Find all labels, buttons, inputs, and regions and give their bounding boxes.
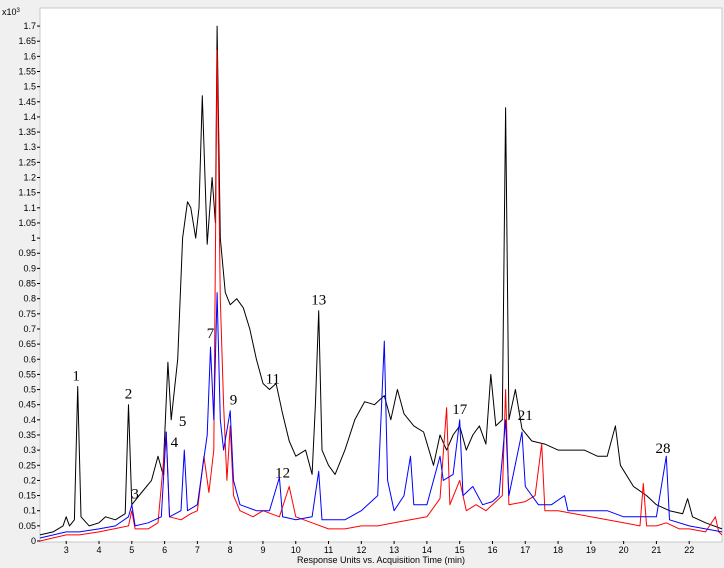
y-tick-label: 1.1 [23,203,36,213]
y-tick-label: 0.9 [23,263,36,273]
y-tick-label: 1.7 [23,21,36,31]
y-tick-label: 1.6 [23,51,36,61]
y-tick-label: 0.1 [23,506,36,516]
chromatogram-chart: 0 0.05 0.1 0.15 0.2 0.25 0.3 0.35 0.4 0.45 0.5 0.55… [0,0,724,568]
x-tick-label: 15 [455,545,465,555]
x-tick-label: 21 [651,545,661,555]
y-tick-label: 0.65 [18,339,36,349]
y-tick-label: 0.95 [18,248,36,258]
x-tick-label: 17 [520,545,530,555]
peak-label: 11 [266,371,280,387]
y-tick-label: 0.4 [23,415,36,425]
y-tick-label: 0 [31,536,36,546]
peak-label: 12 [275,465,290,481]
x-tick-label: 3 [64,545,69,555]
peak-label: 21 [518,408,533,424]
peak-label: 1 [72,368,80,384]
x-tick-label: 7 [195,545,200,555]
peak-label: 5 [179,414,187,430]
peak-label: 2 [125,387,133,403]
y-tick-label: 0.7 [23,324,36,334]
peak-label: 9 [230,393,238,409]
x-tick-label: 11 [324,545,333,555]
y-tick-label: 1.45 [18,97,36,107]
y-tick-label: 1.5 [23,82,36,92]
y-tick-label: 0.35 [18,430,36,440]
x-tick-label: 18 [553,545,563,555]
y-tick-label: 0.3 [23,445,36,455]
y-tick-label: 0.05 [18,521,36,531]
x-tick-label: 22 [684,545,694,555]
y-tick-label: 0.15 [18,491,36,501]
x-tick-label: 12 [356,545,366,555]
y-tick-label: 1.15 [18,188,36,198]
y-tick-label: 1.65 [18,36,36,46]
peak-label: 4 [171,435,179,451]
y-tick-label: 1.2 [23,173,36,183]
y-tick-label: 0.25 [18,460,36,470]
y-tick-label: 0.85 [18,279,36,289]
y-tick-label: 0.75 [18,309,36,319]
y-tick-label: 0.5 [23,385,36,395]
y-tick-label: 1.05 [18,218,36,228]
x-tick-label: 4 [97,545,102,555]
x-tick-label: 16 [487,545,497,555]
x-tick-label: 19 [586,545,596,555]
x-tick-label: 6 [162,545,167,555]
x-tick-label: 20 [619,545,629,555]
y-tick-label: 0.45 [18,400,36,410]
y-tick-label: 1.4 [23,112,36,122]
x-tick-label: 14 [422,545,432,555]
y-tick-label: 1.3 [23,142,36,152]
y-tick-label: 0.8 [23,294,36,304]
x-tick-label: 5 [129,545,134,555]
y-tick-label: 0.6 [23,354,36,364]
peak-label: 13 [311,293,326,309]
peak-label: 17 [452,402,468,418]
peak-label: 28 [655,441,670,457]
y-tick-label: 1.35 [18,127,36,137]
x-tick-label: 10 [291,545,301,555]
y-tick-label: 1 [31,233,36,243]
x-tick-label: 13 [389,545,399,555]
y-tick-label: 0.2 [23,475,36,485]
x-tick-label: 8 [228,545,233,555]
y-tick-label: 1.25 [18,157,36,167]
y-tick-label: 1.55 [18,66,36,76]
peak-label: 3 [131,487,139,503]
peak-label: 7 [207,326,215,342]
x-axis-title: Response Units vs. Acquisition Time (min… [297,555,465,565]
y-tick-label: 0.55 [18,369,36,379]
x-tick-label: 9 [260,545,265,555]
